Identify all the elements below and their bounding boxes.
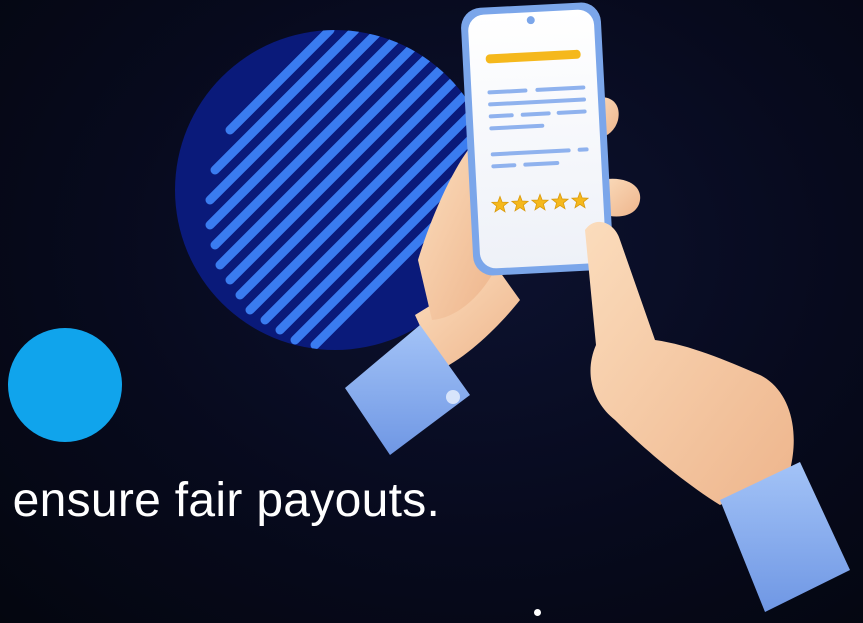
caption-text: l ensure fair payouts. [0,474,441,527]
accent-dot [8,328,122,442]
text-fragment [534,609,541,616]
right-hand [585,221,850,612]
illustration [8,2,850,612]
caption-next-line [0,590,863,623]
cuff-button [446,390,460,404]
slide-stage: l ensure fair payouts. [0,0,863,623]
